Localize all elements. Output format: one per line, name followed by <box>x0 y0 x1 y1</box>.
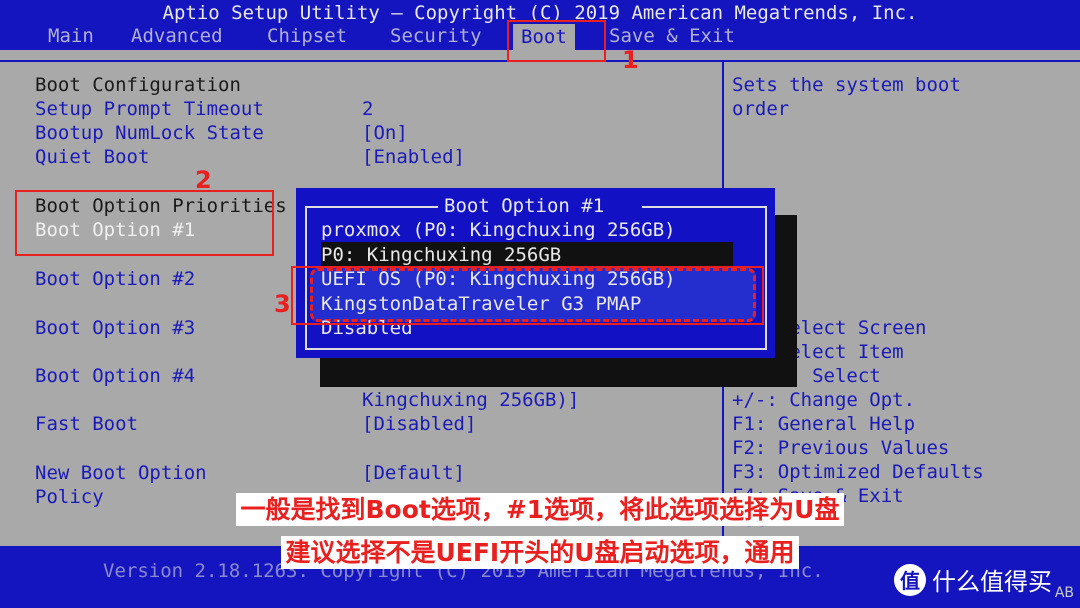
setting-label[interactable]: Boot Option #2 <box>35 267 195 291</box>
annotation-marker-2: 2 <box>195 166 212 194</box>
setting-label[interactable]: Boot Option #3 <box>35 316 195 340</box>
help-description-1: Sets the system boot <box>732 74 961 96</box>
setting-label[interactable]: Quiet Boot <box>35 145 149 169</box>
annotation-box-3 <box>291 266 764 325</box>
annotation-marker-3: 3 <box>274 290 291 318</box>
setting-label[interactable]: Fast Boot <box>35 412 138 436</box>
annotation-box-2 <box>15 190 274 256</box>
setting-label[interactable]: New Boot Option <box>35 461 207 485</box>
popup-option[interactable]: proxmox (P0: Kingchuxing 256GB) <box>321 218 676 242</box>
tab-advanced[interactable]: Advanced <box>131 25 223 47</box>
key-help-item: F1: General Help <box>732 413 916 435</box>
popup-option[interactable]: P0: Kingchuxing 256GB <box>321 243 561 267</box>
tab-main[interactable]: Main <box>48 25 94 47</box>
key-help-item: F2: Previous Values <box>732 437 950 459</box>
setting-value[interactable]: [Enabled] <box>362 145 465 169</box>
subtitle-text: 建议选择不是UEFI开头的U盘启动选项，通用 <box>281 536 799 569</box>
watermark-logo: 值 <box>894 563 926 596</box>
setting-value[interactable]: Kingchuxing 256GB)] <box>362 388 579 412</box>
popup-frame-line <box>642 206 767 208</box>
key-help-item: +/-: Change Opt. <box>732 389 916 411</box>
setting-label[interactable]: Boot Option #4 <box>35 364 195 388</box>
setting-label[interactable]: Bootup NumLock State <box>35 121 264 145</box>
popup-frame-line <box>305 206 438 208</box>
setting-label: Boot Configuration <box>35 74 241 96</box>
watermark: 值什么值得买 <box>894 562 1052 597</box>
help-description-2: order <box>732 98 790 120</box>
annotation-box-1 <box>507 20 606 62</box>
setting-value[interactable]: [Default] <box>362 461 465 485</box>
tab-security[interactable]: Security <box>390 25 482 47</box>
setting-value[interactable]: 2 <box>362 97 373 121</box>
setting-value[interactable]: [Disabled] <box>362 412 476 436</box>
tab-save-exit[interactable]: Save & Exit <box>609 25 735 47</box>
tab-chipset[interactable]: Chipset <box>267 25 347 47</box>
subtitle-text: 一般是找到Boot选项，#1选项，将此选项选择为U盘 <box>236 493 844 526</box>
popup-title: Boot Option #1 <box>444 195 605 217</box>
annotation-marker-1: 1 <box>622 46 639 74</box>
corner-mark: AB <box>1054 585 1074 601</box>
watermark-text: 什么值得买 <box>932 568 1052 596</box>
subtitle-line-1: 一般是找到Boot选项，#1选项，将此选项选择为U盘 <box>0 490 1080 526</box>
setting-value[interactable]: [On] <box>362 121 408 145</box>
key-help-item: F3: Optimized Defaults <box>732 461 984 483</box>
setting-label[interactable]: Setup Prompt Timeout <box>35 97 264 121</box>
